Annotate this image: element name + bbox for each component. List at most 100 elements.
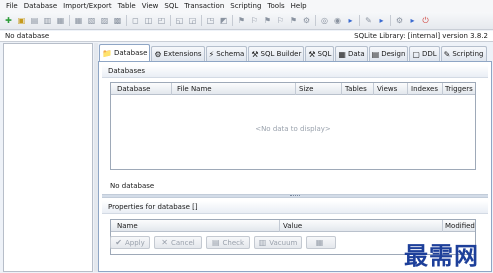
properties-header: Properties for database [] — [102, 201, 488, 214]
toolbar-separator — [390, 15, 391, 26]
databases-grid[interactable]: Database File Name Size Tables Views Ind… — [110, 82, 476, 170]
menu-sql[interactable]: SQL — [164, 2, 178, 10]
extra-button[interactable]: ▦ — [306, 236, 336, 249]
col-name[interactable]: Name — [117, 222, 138, 230]
toolbar-separator — [359, 15, 360, 26]
stop-icon[interactable]: ◉ — [332, 15, 343, 26]
properties-grid-header: Name Value Modified — [111, 220, 475, 232]
tab-data[interactable]: ▦ Data — [335, 46, 368, 61]
scripting-icon: ✎ — [443, 49, 451, 59]
new-database-icon[interactable]: ✚ — [3, 15, 14, 26]
menu-help[interactable]: Help — [291, 2, 307, 10]
check-button[interactable]: ▤ Check — [206, 236, 250, 249]
toolbar-separator — [126, 15, 127, 26]
no-database-label: No database — [110, 182, 155, 190]
tab-bar: 📁 Database ⚙ Extensions ⚡ Schema ⚒ SQL Builder ⚒… — [98, 43, 492, 61]
check-db-icon: ▤ — [211, 238, 220, 247]
col-database[interactable]: Database — [117, 85, 150, 93]
database-status: No database — [5, 32, 50, 40]
savepoint-icon[interactable]: ⚐ — [275, 15, 286, 26]
new-table-icon[interactable]: ▦ — [73, 15, 84, 26]
check-icon: ✔ — [115, 238, 122, 247]
drop-view-icon[interactable]: ◰ — [156, 15, 167, 26]
edit-trigger-icon[interactable]: ◩ — [218, 15, 229, 26]
button-label: Vacuum — [269, 238, 298, 247]
tab-label: Extensions — [163, 50, 202, 58]
menu-table[interactable]: Table — [118, 2, 136, 10]
tab-label: SQL — [317, 50, 332, 58]
import-table-icon[interactable]: ▩ — [112, 15, 123, 26]
toolbar-separator — [201, 15, 202, 26]
tab-ddl[interactable]: ▢ DDL — [409, 46, 440, 61]
new-index-icon[interactable]: ◱ — [174, 15, 185, 26]
toolbar-separator — [232, 15, 233, 26]
refresh-icon[interactable]: ◎ — [319, 15, 330, 26]
divider-grip — [290, 195, 300, 197]
databases-header: Databases — [102, 65, 488, 78]
no-data-message: <No data to display> — [255, 125, 331, 133]
cancel-button[interactable]: ✕ Cancel — [154, 236, 202, 249]
tab-label: Database — [113, 49, 148, 57]
menu-import-export[interactable]: Import/Export — [63, 2, 112, 10]
tab-label: Schema — [216, 50, 245, 58]
menu-view[interactable]: View — [142, 2, 159, 10]
menu-tools[interactable]: Tools — [267, 2, 284, 10]
cancel-icon: ✕ — [161, 238, 168, 247]
edit-table-icon[interactable]: ▧ — [86, 15, 97, 26]
col-indexes[interactable]: Indexes — [411, 85, 438, 93]
tab-sql[interactable]: ⚒ SQL — [305, 46, 335, 61]
run-icon[interactable]: ▸ — [345, 15, 356, 26]
col-views[interactable]: Views — [377, 85, 397, 93]
database-icon: ▦ — [315, 238, 324, 247]
button-label: Cancel — [170, 238, 195, 247]
database-tree-panel[interactable] — [3, 43, 93, 272]
tab-label: Design — [381, 50, 406, 58]
rollback-icon[interactable]: ⚑ — [262, 15, 273, 26]
drop-index-icon[interactable]: ◲ — [187, 15, 198, 26]
edit-view-icon[interactable]: ◫ — [143, 15, 154, 26]
dropdown-icon[interactable]: ▸ — [407, 15, 418, 26]
button-label: Apply — [124, 238, 145, 247]
design-icon: ▤ — [371, 49, 380, 59]
col-file-name[interactable]: File Name — [177, 85, 212, 93]
tab-design[interactable]: ▤ Design — [368, 46, 409, 61]
menu-database[interactable]: Database — [24, 2, 57, 10]
tab-database[interactable]: 📁 Database — [99, 44, 151, 61]
col-size[interactable]: Size — [299, 85, 313, 93]
toolbar-separator — [315, 15, 316, 26]
col-value[interactable]: Value — [283, 222, 302, 230]
menu-scripting[interactable]: Scripting — [230, 2, 261, 10]
vacuum-button[interactable]: ▥ Vacuum — [254, 236, 302, 249]
databases-grid-header: Database File Name Size Tables Views Ind… — [111, 83, 475, 95]
tab-label: SQL Builder — [260, 50, 302, 58]
exit-icon[interactable]: ⏻ — [420, 15, 431, 26]
menu-transaction[interactable]: Transaction — [184, 2, 224, 10]
attach-database-icon[interactable]: ▤ — [29, 15, 40, 26]
detach-database-icon[interactable]: ▥ — [42, 15, 53, 26]
close-database-icon[interactable]: ▦ — [55, 15, 66, 26]
drop-table-icon[interactable]: ▨ — [99, 15, 110, 26]
tab-scripting[interactable]: ✎ Scripting — [440, 46, 487, 61]
menu-file[interactable]: File — [6, 2, 18, 10]
toolbar: ✚ ▣ ▤ ▥ ▦ ▦ ▧ ▨ ▩ ◻ ◫ ◰ ◱ ◲ ◳ ◩ ⚑ ⚐ ⚑ ⚐ ⚑ ⚙ ◎ ◉ ▸ ✎ ▸ ⚙ ▸ ⏻ — [0, 12, 493, 30]
open-database-icon[interactable]: ▣ — [16, 15, 27, 26]
col-modified[interactable]: Modified — [445, 222, 475, 230]
settings-icon[interactable]: ⚙ — [301, 15, 312, 26]
run-script-icon[interactable]: ▸ — [376, 15, 387, 26]
section-divider[interactable] — [102, 194, 488, 198]
new-trigger-icon[interactable]: ◳ — [205, 15, 216, 26]
new-view-icon[interactable]: ◻ — [130, 15, 141, 26]
commit-icon[interactable]: ⚐ — [249, 15, 260, 26]
tab-label: Data — [347, 50, 365, 58]
col-tables[interactable]: Tables — [345, 85, 367, 93]
watermark-logo: 最需网 — [404, 241, 479, 270]
tab-extensions[interactable]: ⚙ Extensions — [151, 46, 205, 61]
tab-schema[interactable]: ⚡ Schema — [205, 46, 248, 61]
options-icon[interactable]: ⚙ — [394, 15, 405, 26]
release-icon[interactable]: ⚑ — [288, 15, 299, 26]
script-icon[interactable]: ✎ — [363, 15, 374, 26]
col-triggers[interactable]: Triggers — [445, 85, 473, 93]
begin-transaction-icon[interactable]: ⚑ — [236, 15, 247, 26]
apply-button[interactable]: ✔ Apply — [110, 236, 150, 249]
tab-sql-builder[interactable]: ⚒ SQL Builder — [248, 46, 305, 61]
